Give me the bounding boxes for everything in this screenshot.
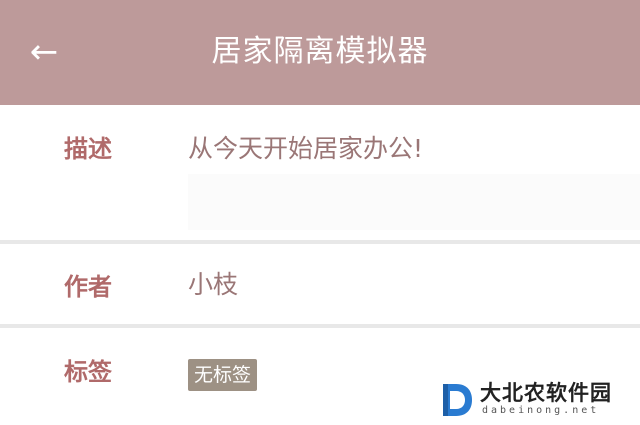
author-label: 作者 xyxy=(64,273,112,301)
page-title: 居家隔离模拟器 xyxy=(211,34,429,69)
description-text-area xyxy=(188,174,640,230)
tag-badge[interactable]: 无标签 xyxy=(188,359,258,391)
tags-label: 标签 xyxy=(64,358,112,386)
watermark-name: 大北农软件园 xyxy=(480,381,612,405)
author-row: 作者 小枝 xyxy=(0,244,640,324)
watermark-domain: dabeinong.net xyxy=(482,405,600,416)
author-value[interactable]: 小枝 xyxy=(188,268,238,302)
watermark-logo-icon xyxy=(443,384,472,416)
watermark: 大北农软件园 dabeinong.net xyxy=(440,378,636,422)
description-value: 从今天开始居家办公! xyxy=(188,134,424,163)
header-bar: ← 居家隔离模拟器 xyxy=(0,0,640,105)
description-label: 描述 xyxy=(64,135,112,163)
